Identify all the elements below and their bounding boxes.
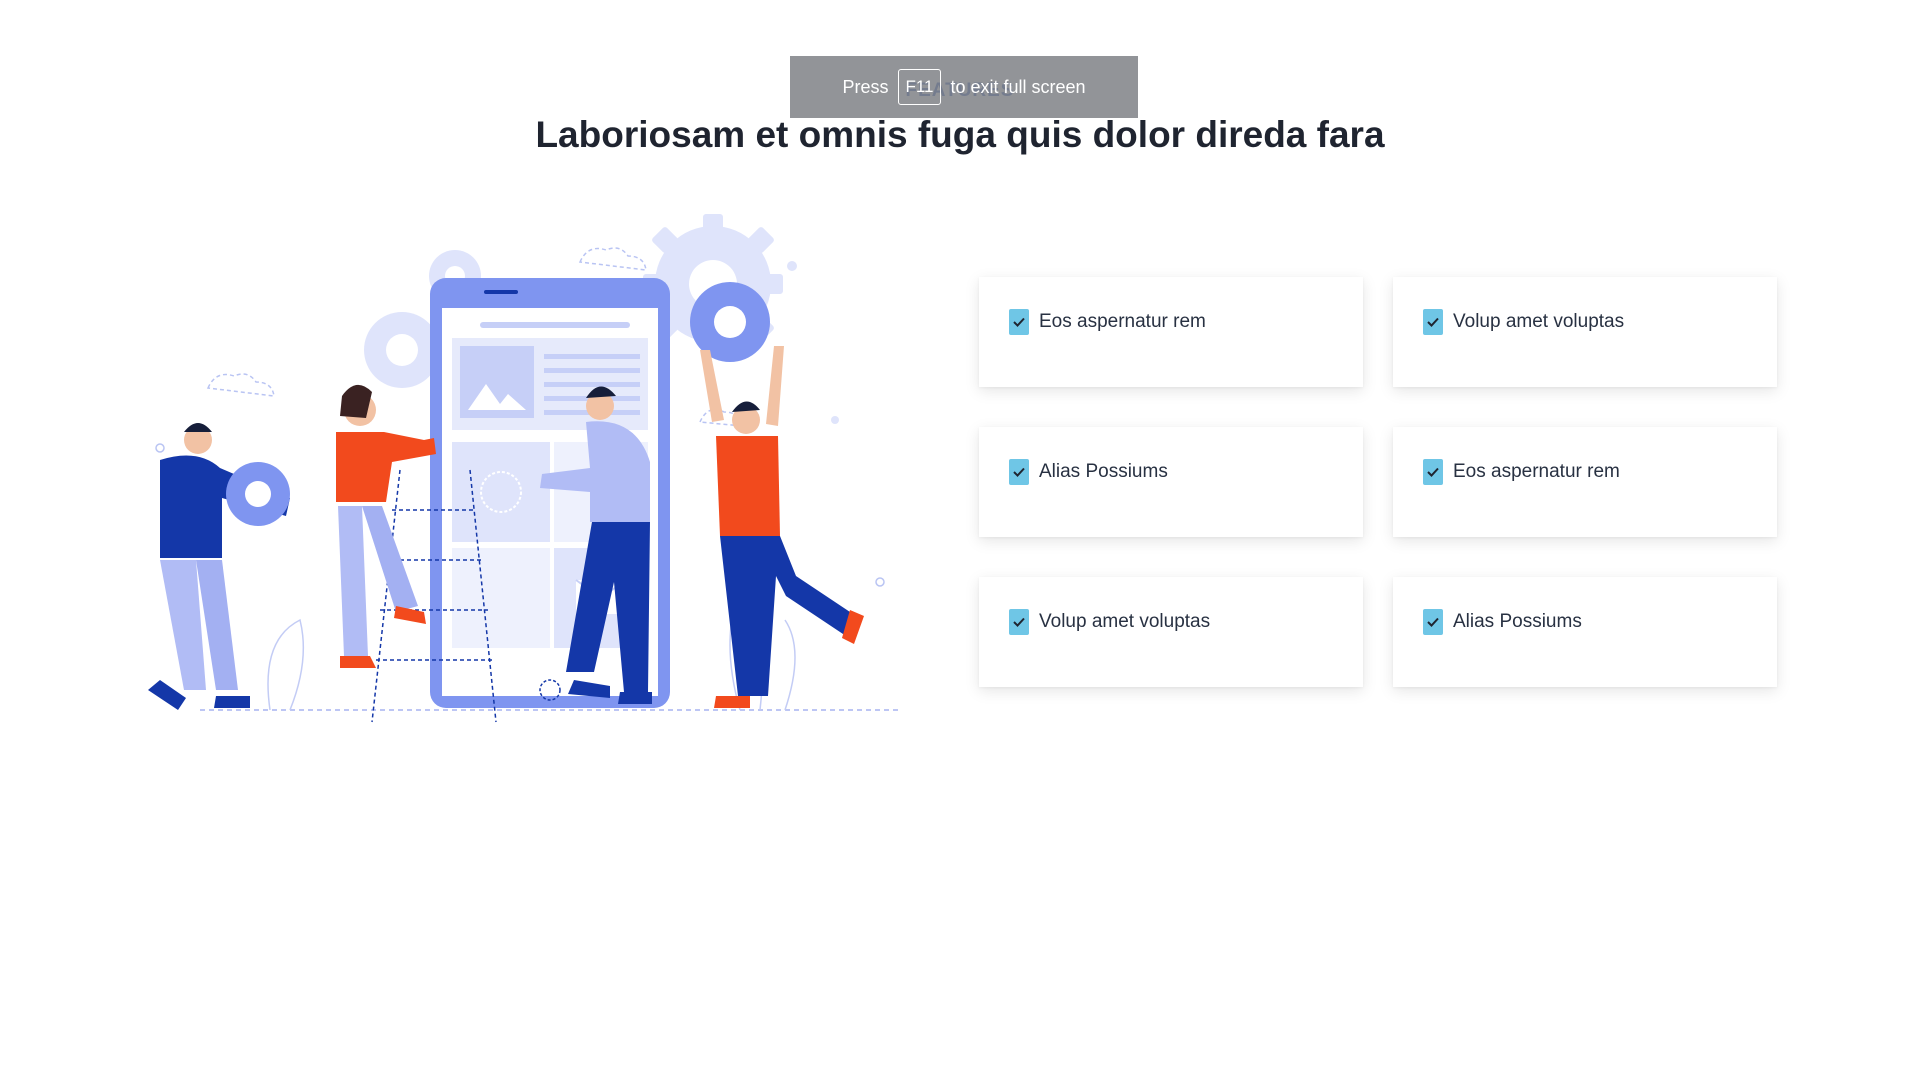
check-icon [1423, 609, 1443, 635]
check-icon [1009, 609, 1029, 635]
feature-card: Eos aspernatur rem [979, 277, 1363, 387]
feature-label: Volup amet voluptas [1039, 611, 1211, 632]
feature-card: Eos aspernatur rem [1393, 427, 1777, 537]
check-icon [1423, 459, 1443, 485]
feature-label: Eos aspernatur rem [1039, 311, 1206, 332]
f11-key-badge: F11 [898, 69, 941, 105]
feature-card: Volup amet voluptas [1393, 277, 1777, 387]
feature-label: Eos aspernatur rem [1453, 461, 1620, 482]
toast-press-text: Press [842, 76, 889, 97]
fullscreen-exit-toast: Press F11 to exit full screen [790, 56, 1138, 118]
check-icon [1009, 309, 1029, 335]
toast-message: to exit full screen [950, 76, 1086, 97]
feature-card: Alias Possiums [979, 427, 1363, 537]
page: FEATURES Laboriosam et omnis fuga quis d… [0, 0, 1920, 1080]
section-title: Laboriosam et omnis fuga quis dolor dire… [535, 114, 1385, 155]
feature-card: Volup amet voluptas [979, 577, 1363, 687]
feature-label: Volup amet voluptas [1453, 311, 1625, 332]
feature-label: Alias Possiums [1039, 461, 1168, 482]
features-grid: Eos aspernatur rem Volup amet voluptas A… [979, 277, 1779, 687]
team-gears-illustration [148, 214, 900, 723]
check-icon [1009, 459, 1029, 485]
check-icon [1423, 309, 1443, 335]
feature-card: Alias Possiums [1393, 577, 1777, 687]
feature-label: Alias Possiums [1453, 611, 1582, 632]
